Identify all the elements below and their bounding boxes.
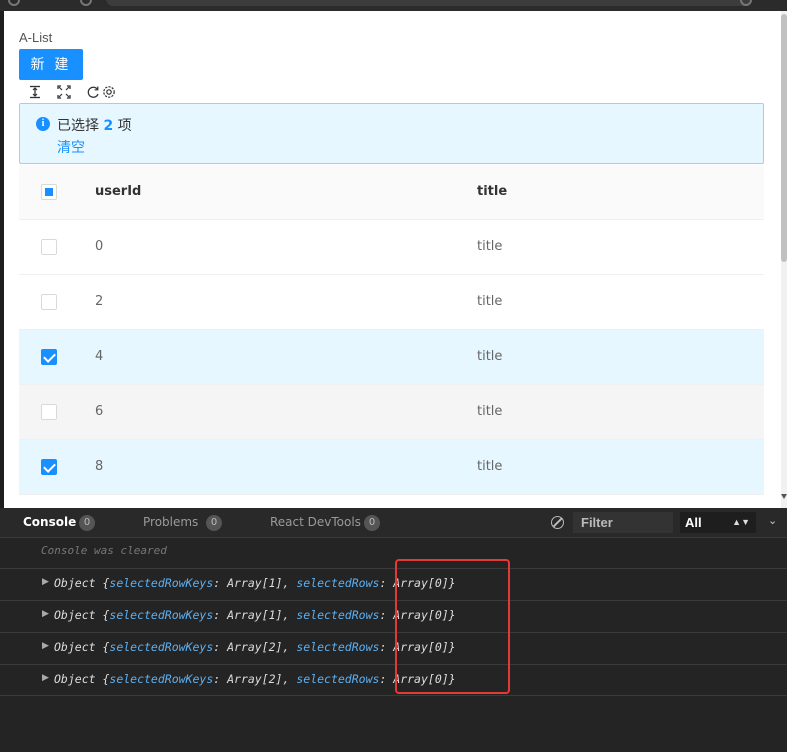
cell-userid: 0 [95,239,104,254]
console-cleared-message: Console was cleared [41,544,167,557]
red-annotation-box [395,559,510,694]
log-key: selectedRows [296,608,380,622]
log-prefix: Object { [54,672,110,686]
info-icon: i [36,117,50,131]
table-row[interactable]: 2 title [19,275,764,330]
cell-userid: 4 [95,349,104,364]
selection-summary: 已选择 2 项 [57,115,132,135]
cell-userid: 6 [95,404,104,419]
log-key: selectedRows [296,640,380,654]
selection-alert: i 已选择 2 项 清空 [19,103,764,164]
clear-console-icon[interactable] [551,516,564,529]
console-log-line[interactable]: ▶ Object {selectedRowKeys: Array[1], sel… [0,568,787,600]
log-prefix: Object { [54,640,110,654]
console-filter-input[interactable] [573,512,673,533]
problems-count-badge: 0 [206,515,222,531]
app-panel: A-List 新 建 i 已选择 2 项 清空 userId title 0 t… [4,11,781,508]
console-log-line[interactable]: ▶ Object {selectedRowKeys: Array[1], sel… [0,600,787,632]
cell-userid: 8 [95,459,104,474]
cell-title: title [477,239,503,254]
expand-arrow-icon[interactable]: ▶ [42,673,49,683]
selection-count: 2 [103,118,114,134]
expand-arrow-icon[interactable]: ▶ [42,641,49,651]
clear-selection-link[interactable]: 清空 [57,137,85,157]
row-checkbox[interactable] [41,294,57,310]
address-bar[interactable] [106,0,752,6]
cell-title: title [477,404,503,419]
reload-browser-icon[interactable] [80,0,92,6]
tab-react-devtools[interactable]: React DevTools [270,515,361,529]
row-checkbox[interactable] [41,459,57,475]
log-value: : Array[2], [213,672,297,686]
cell-userid: 2 [95,294,104,309]
log-key: selectedRowKeys [109,672,214,686]
react-devtools-count-badge: 0 [364,515,380,531]
cell-title: title [477,459,503,474]
table-row[interactable]: 8 title [19,440,764,495]
table-toolbar [27,84,130,100]
column-height-icon[interactable] [27,84,43,100]
table-row[interactable]: 0 title [19,220,764,275]
browser-top-bar [0,0,787,11]
selection-prefix: 已选择 [57,118,99,134]
data-table: userId title 0 title 2 title 4 title 6 t… [19,165,764,495]
log-key: selectedRowKeys [109,576,214,590]
reload-icon[interactable] [85,84,101,100]
chevron-down-icon[interactable]: ⌄ [768,514,777,527]
scroll-down-icon[interactable] [781,494,787,499]
console-log-line[interactable]: ▶ Object {selectedRowKeys: Array[2], sel… [0,632,787,664]
fullscreen-icon[interactable] [56,84,72,100]
log-level-value: All [685,515,702,530]
row-checkbox[interactable] [41,349,57,365]
select-all-checkbox[interactable] [41,184,57,200]
select-arrows-icon: ▲▼ [732,517,750,527]
log-value: : Array[2], [213,640,297,654]
log-key: selectedRows [296,576,380,590]
log-value: : Array[1], [213,576,297,590]
log-prefix: Object { [54,576,110,590]
cell-title: title [477,294,503,309]
console-count-badge: 0 [79,515,95,531]
selection-suffix: 项 [117,118,132,134]
log-key: selectedRows [296,672,380,686]
log-value: : Array[1], [213,608,297,622]
tab-console[interactable]: Console [23,515,76,529]
page-title: A-List [19,30,53,45]
devtools-tab-bar: Console 0 Problems 0 React DevTools 0 Al… [0,508,787,538]
expand-arrow-icon[interactable]: ▶ [42,609,49,619]
log-key: selectedRowKeys [109,640,214,654]
new-button[interactable]: 新 建 [19,49,83,80]
table-header-row: userId title [19,165,764,220]
row-checkbox[interactable] [41,239,57,255]
back-icon[interactable] [8,0,20,6]
column-header-title[interactable]: title [477,165,507,219]
table-row[interactable]: 6 title [19,385,764,440]
log-key: selectedRowKeys [109,608,214,622]
console-log-line[interactable]: ▶ Object {selectedRowKeys: Array[2], sel… [0,664,787,696]
log-level-select[interactable]: All ▲▼ [680,512,756,533]
page-scrollbar-thumb[interactable] [781,14,787,262]
expand-arrow-icon[interactable]: ▶ [42,577,49,587]
tab-problems[interactable]: Problems [143,515,198,529]
devtools-panel: Console 0 Problems 0 React DevTools 0 Al… [0,508,787,752]
log-prefix: Object { [54,608,110,622]
table-row[interactable]: 4 title [19,330,764,385]
row-checkbox[interactable] [41,404,57,420]
setting-icon[interactable] [101,84,117,100]
column-header-userid[interactable]: userId [95,165,141,219]
cell-title: title [477,349,503,364]
